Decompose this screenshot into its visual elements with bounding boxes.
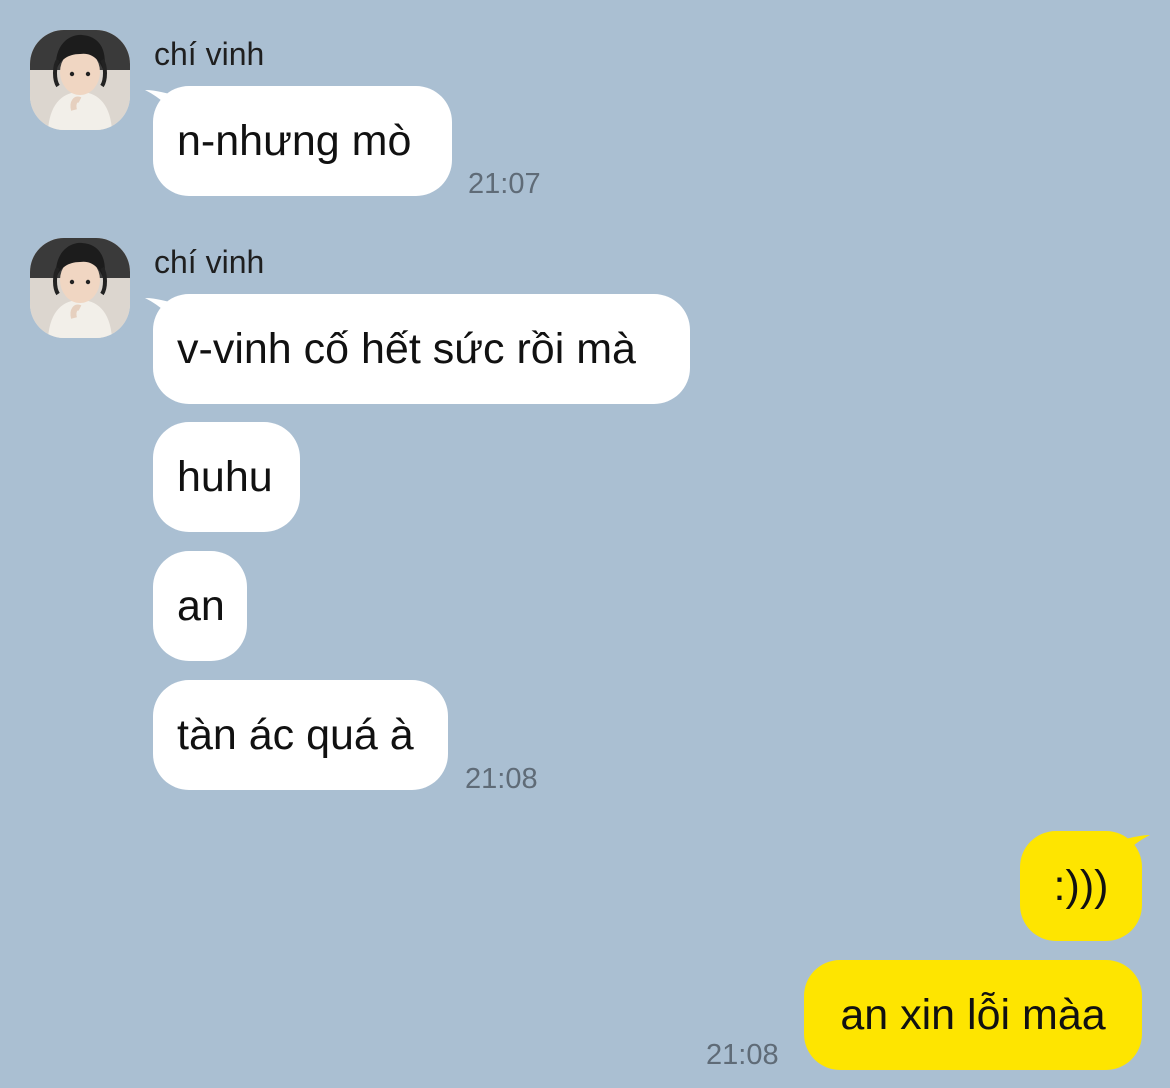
incoming-message-bubble[interactable]: an <box>153 551 247 661</box>
outgoing-message-bubble[interactable]: an xin lỗi màa <box>804 960 1142 1070</box>
outgoing-message-bubble[interactable]: :))) <box>1020 831 1142 941</box>
incoming-message-bubble[interactable]: v-vinh cố hết sức rồi mà <box>153 294 690 404</box>
sender-name: chí vinh <box>154 244 265 280</box>
message-timestamp: 21:08 <box>465 763 538 795</box>
message-timestamp: 21:08 <box>706 1039 779 1071</box>
incoming-message-bubble[interactable]: huhu <box>153 422 300 532</box>
incoming-message-bubble[interactable]: tàn ác quá à <box>153 680 448 790</box>
sender-name: chí vinh <box>154 36 265 72</box>
sender-avatar[interactable] <box>30 238 130 338</box>
incoming-message-bubble[interactable]: n-nhưng mò <box>153 86 452 196</box>
avatar-photo-icon <box>30 238 130 338</box>
chat-view: chí vinh n-nhưng mò 21:07 chí vinh v-vin… <box>0 0 1170 1088</box>
avatar-photo-icon <box>30 30 130 130</box>
message-timestamp: 21:07 <box>468 168 541 200</box>
sender-avatar[interactable] <box>30 30 130 130</box>
